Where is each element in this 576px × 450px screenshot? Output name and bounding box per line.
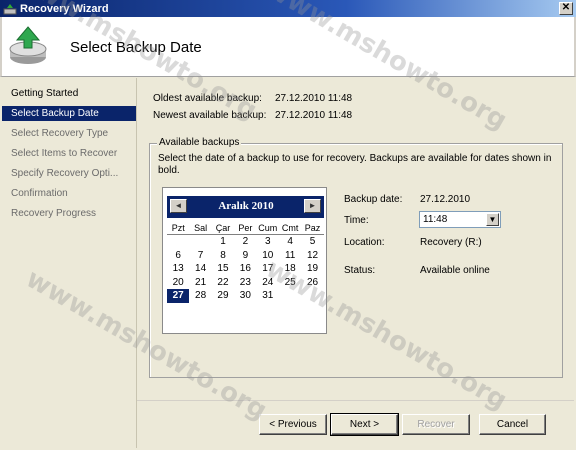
calendar-week-row: 13 14 15 16 17 18 19 [167, 262, 324, 276]
next-button[interactable]: Next > [330, 413, 399, 436]
calendar-weeks: 1 2 3 4 5 6 7 8 9 10 11 12 13 14 15 16 17 18 19 20 21 22 23 24 2… [167, 235, 324, 303]
calendar-day[interactable]: 15 [212, 262, 234, 276]
available-backups-title: Available backups [157, 137, 242, 148]
nav-step-select-backup-date[interactable]: Select Backup Date [2, 106, 136, 121]
backup-calendar: ◄ Aralık 2010 ► Pzt Sal Çar Per Cum Cmt … [162, 187, 327, 334]
calendar-day[interactable]: 11 [279, 249, 301, 263]
weekday-label: Pzt [171, 223, 185, 233]
calendar-day[interactable]: 14 [189, 262, 211, 276]
calendar-day[interactable]: 23 [234, 276, 256, 290]
calendar-day[interactable]: 20 [167, 276, 189, 290]
calendar-day[interactable]: 16 [234, 262, 256, 276]
calendar-day[interactable]: 22 [212, 276, 234, 290]
location-value: Recovery (R:) [420, 237, 482, 248]
calendar-week-row: 6 7 8 9 10 11 12 [167, 249, 324, 263]
weekday-label: Cum [258, 223, 278, 233]
page-title: Select Backup Date [70, 39, 202, 56]
backup-date-label: Backup date: [344, 194, 403, 205]
calendar-day[interactable]: 19 [301, 262, 323, 276]
status-value: Available online [420, 265, 490, 276]
calendar-day[interactable]: 27 [167, 289, 190, 303]
title-bar: Recovery Wizard ✕ [0, 0, 576, 17]
calendar-week-row: 20 21 22 23 24 25 26 [167, 276, 324, 290]
calendar-day[interactable]: 5 [301, 235, 323, 249]
calendar-grid: Pzt Sal Çar Per Cum Cmt Paz 1 2 3 4 5 6 7 8 9 10 1… [167, 222, 324, 303]
calendar-day[interactable]: 10 [257, 249, 279, 263]
calendar-day[interactable]: 21 [189, 276, 211, 290]
oldest-backup-label: Oldest available backup: [153, 93, 262, 104]
time-dropdown[interactable]: 11:48 ▼ [419, 211, 501, 228]
wizard-header: Select Backup Date [0, 17, 576, 77]
weekday-label: Cmt [281, 223, 299, 233]
calendar-month-label: Aralık 2010 [218, 200, 274, 212]
nav-step-specify-options: Specify Recovery Opti... [11, 168, 119, 179]
calendar-day[interactable]: 8 [212, 249, 234, 263]
nav-step-select-items: Select Items to Recover [11, 148, 118, 159]
recover-button: Recover [402, 414, 470, 435]
weekday-label: Sal [194, 223, 208, 233]
nav-step-getting-started[interactable]: Getting Started [2, 86, 136, 101]
calendar-day [301, 289, 323, 303]
calendar-day[interactable]: 24 [257, 276, 279, 290]
calendar-day[interactable]: 31 [257, 289, 279, 303]
calendar-day[interactable]: 29 [212, 289, 234, 303]
weekday-label: Paz [304, 223, 321, 233]
calendar-weekday-row: Pzt Sal Çar Per Cum Cmt Paz [167, 222, 324, 235]
weekday-label: Per [238, 223, 253, 233]
calendar-day[interactable]: 26 [301, 276, 323, 290]
wizard-content: Oldest available backup: 27.12.2010 11:4… [137, 78, 574, 448]
recovery-app-icon [3, 3, 17, 14]
calendar-day[interactable]: 3 [257, 235, 279, 249]
calendar-day[interactable]: 13 [167, 262, 189, 276]
backup-date-value: 27.12.2010 [420, 194, 471, 205]
calendar-day[interactable]: 1 [212, 235, 234, 249]
time-label: Time: [344, 215, 369, 226]
calendar-week-row: 27 28 29 30 31 [167, 289, 324, 303]
dropdown-arrow-icon[interactable]: ▼ [486, 213, 499, 226]
calendar-day [189, 235, 211, 249]
weekday-label: Çar [215, 223, 231, 233]
nav-step-recovery-progress: Recovery Progress [11, 208, 97, 219]
calendar-day[interactable]: 28 [189, 289, 211, 303]
calendar-day[interactable]: 9 [234, 249, 256, 263]
nav-step-confirmation: Confirmation [11, 188, 68, 199]
backup-drive-icon [9, 26, 47, 64]
calendar-day [279, 289, 301, 303]
calendar-day[interactable]: 6 [167, 249, 189, 263]
newest-backup-label: Newest available backup: [153, 110, 267, 121]
calendar-day[interactable]: 18 [279, 262, 301, 276]
calendar-day[interactable]: 7 [189, 249, 211, 263]
cancel-button[interactable]: Cancel [479, 414, 546, 435]
previous-button[interactable]: < Previous [259, 414, 327, 435]
calendar-day[interactable]: 12 [301, 249, 323, 263]
next-month-button[interactable]: ► [304, 199, 321, 213]
calendar-day[interactable]: 4 [279, 235, 301, 249]
calendar-day[interactable]: 30 [234, 289, 256, 303]
close-button[interactable]: ✕ [559, 2, 573, 15]
wizard-steps-nav: Getting Started Select Backup Date Selec… [2, 78, 137, 448]
calendar-week-row: 12345 [167, 235, 324, 249]
calendar-header: ◄ Aralık 2010 ► [167, 196, 324, 218]
window-title: Recovery Wizard [20, 2, 109, 15]
oldest-backup-value: 27.12.2010 11:48 [275, 93, 353, 104]
status-label: Status: [344, 265, 376, 276]
calendar-day[interactable]: 17 [257, 262, 279, 276]
calendar-day [167, 235, 189, 249]
calendar-day[interactable]: 2 [234, 235, 256, 249]
available-backups-description: Select the date of a backup to use for r… [158, 153, 552, 176]
location-label: Location: [344, 237, 385, 248]
time-dropdown-value: 11:48 [423, 214, 448, 225]
calendar-day[interactable]: 25 [279, 276, 301, 290]
nav-step-select-recovery-type: Select Recovery Type [11, 128, 109, 139]
newest-backup-value: 27.12.2010 11:48 [275, 110, 353, 121]
prev-month-button[interactable]: ◄ [170, 199, 187, 213]
available-backups-group: Available backups Select the date of a b… [149, 137, 563, 378]
button-separator [137, 400, 574, 401]
